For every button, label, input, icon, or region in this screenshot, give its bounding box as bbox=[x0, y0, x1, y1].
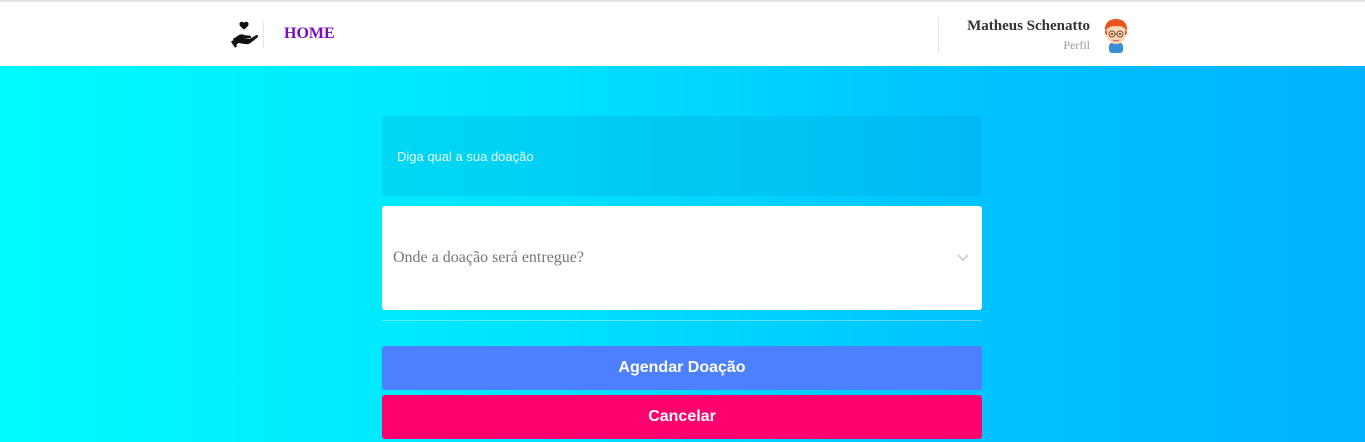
top-navbar: HOME Matheus Schenatto Perfil bbox=[0, 0, 1365, 66]
user-divider bbox=[938, 18, 939, 52]
user-profile-link[interactable]: Perfil bbox=[1063, 38, 1090, 53]
schedule-donation-button[interactable]: Agendar Doação bbox=[382, 346, 982, 390]
chevron-down-icon bbox=[956, 250, 970, 264]
cancel-button[interactable]: Cancelar bbox=[382, 395, 982, 439]
form-divider bbox=[382, 320, 982, 321]
donation-form-area: Onde a doação será entregue? Agendar Doa… bbox=[0, 66, 1365, 442]
donation-input[interactable] bbox=[382, 116, 982, 196]
location-select[interactable]: Onde a doação será entregue? bbox=[382, 206, 982, 310]
avatar-icon[interactable] bbox=[1100, 17, 1132, 53]
hand-heart-icon[interactable] bbox=[230, 20, 260, 50]
logo-divider bbox=[263, 22, 264, 48]
home-link[interactable]: HOME bbox=[284, 25, 335, 43]
user-name: Matheus Schenatto bbox=[967, 18, 1090, 34]
location-select-placeholder: Onde a doação será entregue? bbox=[393, 249, 584, 266]
